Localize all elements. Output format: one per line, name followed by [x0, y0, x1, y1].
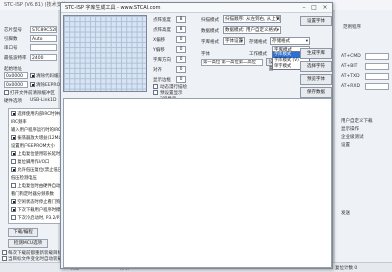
- settings-item[interactable]: 设置: [341, 142, 350, 148]
- option-label: 看门狗定时器分频系数: [11, 192, 54, 197]
- option-row[interactable]: 低压检测电压: [11, 175, 37, 181]
- address-field-1[interactable]: 0x0000: [4, 72, 28, 79]
- font-format-label: 字库格式: [201, 40, 219, 45]
- option-label: IRC频率: [11, 120, 27, 125]
- dialog-titlebar: STC-ISP 字库生成工具 - www.STCAI.com – □ ×: [61, 3, 332, 13]
- dialog-title: STC-ISP 字库生成工具 - www.STCAI.com: [65, 5, 161, 11]
- dot-matrix-preview[interactable]: [63, 15, 147, 92]
- send-item[interactable]: 发送: [341, 210, 350, 216]
- right-panel: 范例程序 AT+CMD AT+BIT AT+TXD AT+RXD 用户自定义下载…: [335, 10, 392, 271]
- at-rxd-label: AT+RXD: [341, 84, 360, 89]
- preset-display-checkbox[interactable]: [153, 90, 158, 95]
- font-dir-spinner[interactable]: 0: [176, 56, 186, 63]
- at-txd-label: AT+TXD: [341, 74, 360, 79]
- hardware-options-list: 选择使用内部IRC时钟(不选为外部时钟) IRC频率 输入用户程序运行时的IRC…: [8, 108, 103, 224]
- custom-download-item[interactable]: 用户自定义下载: [341, 118, 373, 124]
- display-item[interactable]: 显示操作: [341, 126, 359, 132]
- option-row[interactable]: 设置用户EEPROM大小: [11, 143, 55, 149]
- option-checkbox[interactable]: [11, 183, 16, 188]
- scan-mode-label: 扫描模式: [201, 18, 219, 23]
- data-mode-label: 数据模式: [201, 29, 219, 34]
- maximize-icon[interactable]: □: [309, 3, 319, 12]
- auto-send-checkbox[interactable]: [2, 256, 7, 261]
- align-spinner[interactable]: 0: [176, 66, 186, 73]
- set-font-button[interactable]: 设置字体: [300, 16, 332, 26]
- width-label: 点阵宽度: [153, 18, 171, 23]
- y-offset-spinner[interactable]: 0: [176, 46, 186, 53]
- minimize-icon[interactable]: –: [299, 3, 309, 12]
- generate-font-button[interactable]: 生成字库: [300, 48, 332, 59]
- dynamic-draw-checkbox[interactable]: [153, 84, 158, 89]
- check-mcu-button[interactable]: 检测MCU选项: [8, 239, 48, 248]
- option-row[interactable]: 上电复位使用较长延时: [11, 151, 60, 157]
- chip-label: 芯片型号: [4, 28, 22, 33]
- option-checkbox[interactable]: [11, 199, 16, 204]
- border-spinner[interactable]: 0: [176, 76, 186, 83]
- enterprise-test-item[interactable]: 企业级测试: [341, 134, 364, 140]
- font-label: 字体: [201, 52, 210, 57]
- character-list-field[interactable]: 第一高位 第一高位第二高位: [201, 59, 263, 66]
- at-bit-field[interactable]: [365, 63, 389, 70]
- option-checkbox[interactable]: [11, 151, 16, 156]
- option-label: 设置用户EEPROM大小: [11, 144, 55, 149]
- option-checkbox[interactable]: [11, 111, 16, 116]
- option-row[interactable]: 看门狗定时器分频系数: [11, 191, 54, 197]
- reload-checkbox[interactable]: [2, 250, 7, 255]
- font-generator-dialog: STC-ISP 字库生成工具 - www.STCAI.com – □ × 点阵宽…: [60, 2, 333, 269]
- clear-eeprom-checkbox[interactable]: [30, 82, 35, 87]
- at-cmd-label: AT+CMD: [341, 54, 361, 59]
- close-icon[interactable]: ×: [320, 3, 330, 12]
- align-label: 对齐: [153, 68, 162, 73]
- y-offset-label: Y偏移: [153, 48, 165, 53]
- pins-select[interactable]: Auto: [30, 35, 57, 42]
- save-data-button[interactable]: 保存数据: [300, 87, 332, 98]
- option-checkbox[interactable]: [11, 167, 16, 172]
- work-mode-label: 工作模式: [249, 52, 267, 57]
- port-select[interactable]: [30, 44, 57, 51]
- clear-code-checkbox[interactable]: [30, 73, 35, 78]
- pins-label: 引脚数: [4, 37, 18, 42]
- preview-font-button[interactable]: 预览字体: [300, 74, 332, 85]
- option-checkbox[interactable]: [11, 135, 16, 140]
- height-spinner[interactable]: 8: [176, 26, 186, 33]
- examples-tab[interactable]: 范例程序: [343, 24, 361, 30]
- height-label: 点阵高度: [153, 28, 171, 33]
- port-label: 串口号: [4, 46, 18, 51]
- at-rxd-field[interactable]: [365, 83, 389, 90]
- at-bit-label: AT+BIT: [341, 64, 358, 69]
- option-checkbox[interactable]: [11, 215, 16, 220]
- data-mode-select[interactable]: 数据模式: 用户自定义格式: [223, 26, 281, 34]
- at-txd-field[interactable]: [365, 73, 389, 80]
- x-offset-label: X偏移: [153, 38, 166, 43]
- select-chars-button[interactable]: 选择字符: [300, 61, 332, 72]
- x-offset-spinner[interactable]: 0: [176, 36, 186, 43]
- option-label: 复位脚用作I/O口: [17, 160, 50, 165]
- hex-clear-label: 打开文件前清除缓冲区: [10, 91, 55, 96]
- option-checkbox[interactable]: [11, 159, 16, 164]
- option-checkbox[interactable]: [11, 207, 16, 212]
- baud-select[interactable]: 2400: [30, 54, 57, 61]
- address-field-2[interactable]: 0x0000: [4, 81, 28, 88]
- baud-label: 最低波特率: [4, 56, 27, 61]
- font-format-select[interactable]: 字体设置: [223, 37, 245, 45]
- at-cmd-field[interactable]: [365, 53, 389, 60]
- font-dir-label: 字库方向: [153, 58, 171, 63]
- storage-format-select[interactable]: 存储格式: [270, 37, 310, 45]
- option-label: 低压检测电压: [11, 176, 37, 181]
- option-row[interactable]: 复位脚用作I/O口: [11, 159, 49, 165]
- option-label: 上电复位使用较长延时: [17, 152, 61, 157]
- width-spinner[interactable]: 8: [176, 16, 186, 23]
- hex-clear-checkbox[interactable]: [4, 90, 9, 95]
- option-row[interactable]: IRC频率: [11, 119, 27, 125]
- output-text-area[interactable]: [63, 98, 332, 268]
- border-label: 显示边框: [153, 78, 171, 83]
- download-button[interactable]: 下载/编程: [8, 228, 38, 237]
- usb-link-tab[interactable]: USB-Link1D: [30, 98, 56, 103]
- storage-format-label: 存储格式: [249, 40, 267, 45]
- chip-select[interactable]: STC89C52RC: [30, 26, 57, 33]
- status-reset-count: 复位计数 0: [335, 266, 358, 271]
- scan-mode-select[interactable]: 扫描顺序: 从左到右, 从上到下: [223, 15, 281, 23]
- hardware-options-tab[interactable]: 硬件选项: [4, 98, 22, 104]
